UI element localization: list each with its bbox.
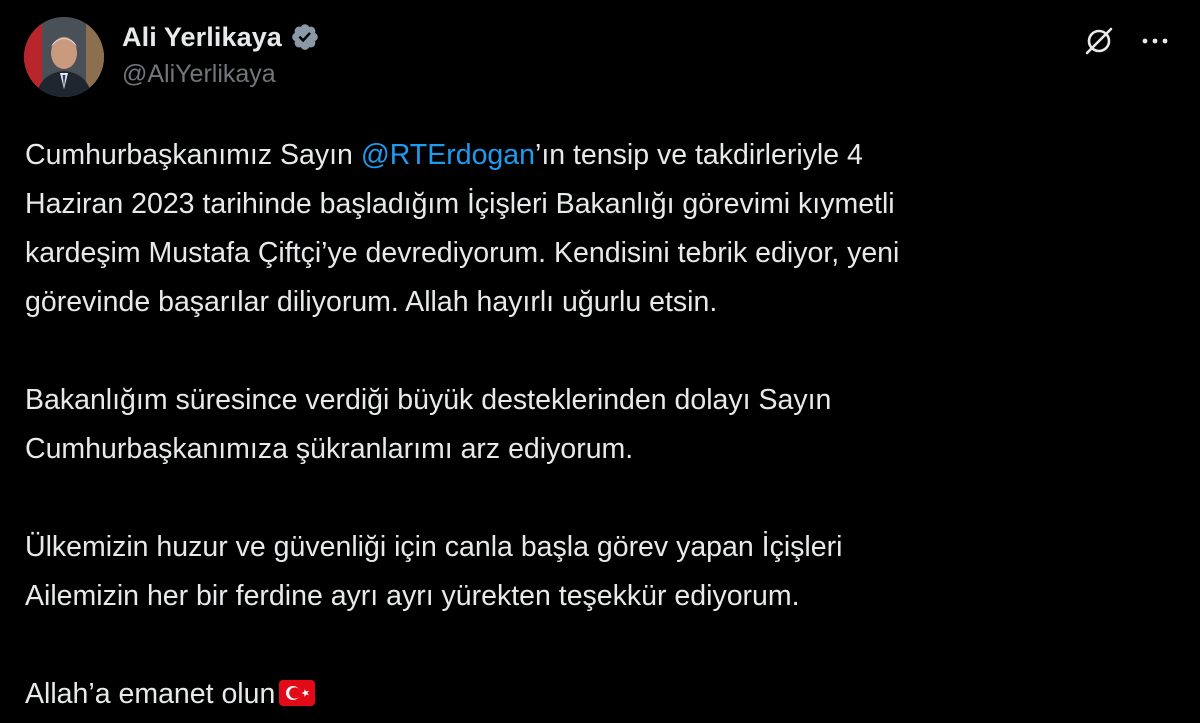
tweet-line: kardeşim Mustafa Çiftçi’ye devrediyorum.… <box>25 237 900 269</box>
tweet-text-segment: Allah’a emanet olun <box>25 678 276 710</box>
tweet-paragraph: Bakanlığım süresince verdiği büyük deste… <box>25 376 1175 474</box>
tweet-line: Cumhurbaşkanımıza şükranlarımı arz ediyo… <box>25 433 634 465</box>
author-info: Ali Yerlikaya @AliYerlikaya <box>122 18 320 89</box>
tweet-paragraph: Ülkemizin huzur ve güvenliği için canla … <box>25 523 1175 621</box>
avatar[interactable] <box>24 17 104 97</box>
tweet-line: Bakanlığım süresince verdiği büyük deste… <box>25 384 832 416</box>
tweet-text-segment: Cumhurbaşkanımız Sayın <box>25 139 361 171</box>
verified-badge-icon <box>290 22 320 52</box>
author-handle[interactable]: @AliYerlikaya <box>122 60 320 89</box>
grok-icon[interactable] <box>1082 24 1116 58</box>
tweet-paragraph: Allah’a emanet olun <box>25 670 1175 719</box>
tweet-line: Ailemizin her bir ferdine ayrı ayrı yüre… <box>25 580 800 612</box>
tweet-text: Cumhurbaşkanımız Sayın @RTErdogan’ın ten… <box>25 131 1175 719</box>
tweet-paragraph: Cumhurbaşkanımız Sayın @RTErdogan’ın ten… <box>25 131 1175 327</box>
author-display-name[interactable]: Ali Yerlikaya <box>122 22 282 53</box>
tweet-line: Haziran 2023 tarihinde başladığım İçişle… <box>25 188 895 220</box>
tweet-text-segment: ’ın tensip ve takdirleriyle 4 <box>534 139 863 171</box>
more-options-icon[interactable] <box>1138 24 1172 58</box>
tweet-line: Cumhurbaşkanımız Sayın @RTErdogan’ın ten… <box>25 131 1175 180</box>
tweet-line: Ülkemizin huzur ve güvenliği için canla … <box>25 531 843 563</box>
profile-photo-icon <box>24 17 104 97</box>
tweet-line: Allah’a emanet olun <box>25 670 1175 719</box>
turkey-flag-icon <box>279 674 316 706</box>
mention-link[interactable]: @RTErdogan <box>361 139 535 171</box>
tweet-line: görevinde başarılar diliyorum. Allah hay… <box>25 286 718 318</box>
tweet-card: Ali Yerlikaya @AliYerlikaya Cumhurbaşkan… <box>0 0 1200 723</box>
